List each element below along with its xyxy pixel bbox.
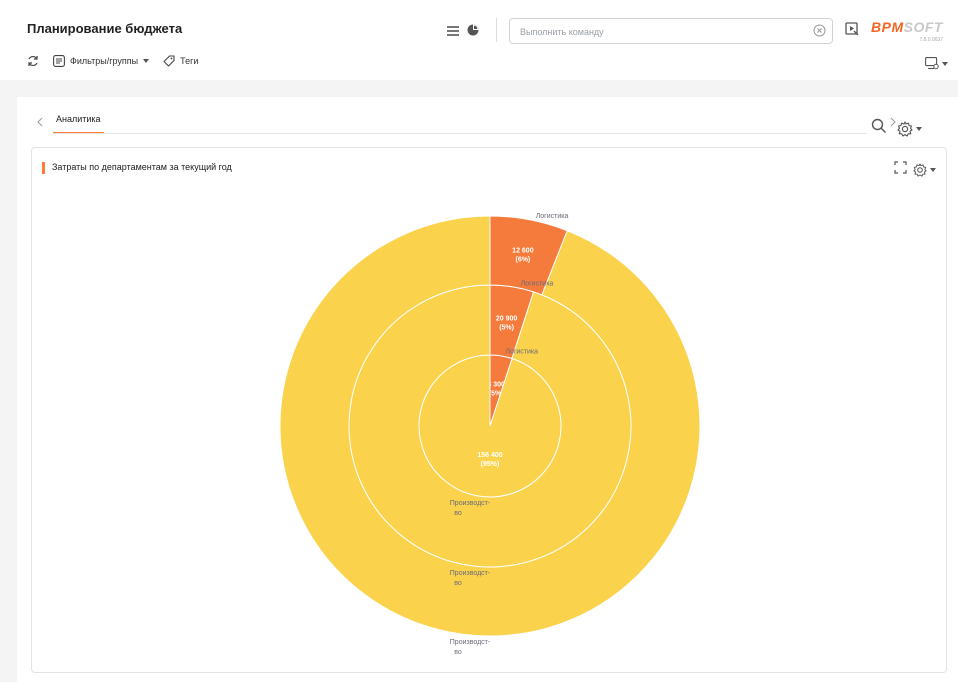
data-label-value: 12 600 (512, 248, 534, 255)
analytics-view-icon[interactable] (467, 23, 479, 41)
tags-label: Теги (180, 56, 199, 66)
filters-label: Фильтры/группы (70, 56, 139, 66)
tab-actions (871, 118, 922, 139)
tags-button[interactable]: Теги (163, 55, 198, 67)
command-line (509, 18, 833, 44)
settings-button[interactable] (897, 120, 922, 137)
category-label: Производст- (450, 570, 491, 577)
category-label: Производст- (450, 639, 491, 646)
search-icon[interactable] (871, 118, 887, 139)
gear-icon (897, 120, 913, 137)
brand-logo[interactable]: BPMSOFT 7.8.0.0637 (871, 19, 951, 43)
chevron-down-icon (916, 126, 922, 131)
page-title: Планирование бюджета (27, 21, 183, 36)
header-divider (496, 18, 497, 42)
monitor-settings-icon (925, 57, 939, 70)
data-label-value: 20 900 (496, 315, 518, 322)
category-label: Логистика (536, 213, 569, 220)
category-label: Логистика (521, 280, 554, 287)
refresh-icon[interactable] (27, 55, 39, 67)
category-label: во (454, 580, 462, 587)
data-label-percent: (5%) (499, 324, 514, 331)
command-input[interactable] (518, 23, 802, 41)
tab-analytics[interactable]: Аналитика (53, 106, 104, 134)
tabs-underline (53, 133, 867, 134)
budget-pie-chart: 8 300(5%)156 400(95%)20 900(5%)12 600(6%… (279, 213, 701, 656)
chevron-down-icon (143, 59, 150, 63)
pie-slice-production-ring-1[interactable] (418, 354, 562, 498)
category-label: во (454, 510, 462, 517)
data-label-value: 156 400 (477, 452, 502, 459)
category-label: Производст- (450, 500, 491, 507)
category-label: Логистика (505, 349, 538, 356)
filters-button[interactable]: Фильтры/группы (53, 55, 150, 67)
chevron-left-icon[interactable] (37, 114, 43, 132)
chevron-down-icon (942, 61, 948, 66)
view-switcher (447, 23, 479, 41)
data-label-percent: (95%) (481, 461, 500, 468)
list-view-icon[interactable] (447, 23, 459, 41)
dashboard-settings-button[interactable] (925, 57, 948, 70)
run-command-icon[interactable] (845, 22, 859, 41)
toolbar: Фильтры/группы Теги (27, 55, 212, 67)
clear-icon[interactable] (813, 24, 826, 42)
tag-icon (163, 55, 175, 67)
tabs-bar: Аналитика (33, 106, 928, 134)
data-label-percent: (6%) (515, 257, 530, 264)
top-bar: Планирование бюджета BPMSOFT 7.8.0.0637 … (0, 0, 958, 80)
category-label: во (454, 649, 462, 656)
filter-icon (53, 55, 65, 67)
